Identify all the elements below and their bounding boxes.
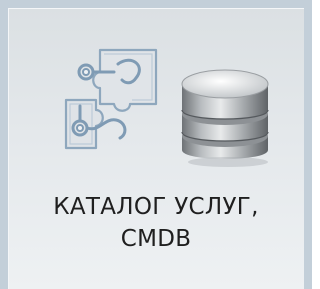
tile-title-line-1: КАТАЛОГ УСЛУГ, bbox=[53, 194, 259, 220]
service-catalog-cmdb-tile[interactable]: КАТАЛОГ УСЛУГ, CMDB bbox=[0, 0, 312, 289]
puzzle-services-icon bbox=[64, 48, 158, 150]
database-icon bbox=[181, 69, 269, 167]
tile-title: КАТАЛОГ УСЛУГ, CMDB bbox=[8, 191, 304, 255]
page: КАТАЛОГ УСЛУГ, CMDB bbox=[0, 0, 317, 289]
tile-title-line-2: CMDB bbox=[120, 226, 192, 252]
